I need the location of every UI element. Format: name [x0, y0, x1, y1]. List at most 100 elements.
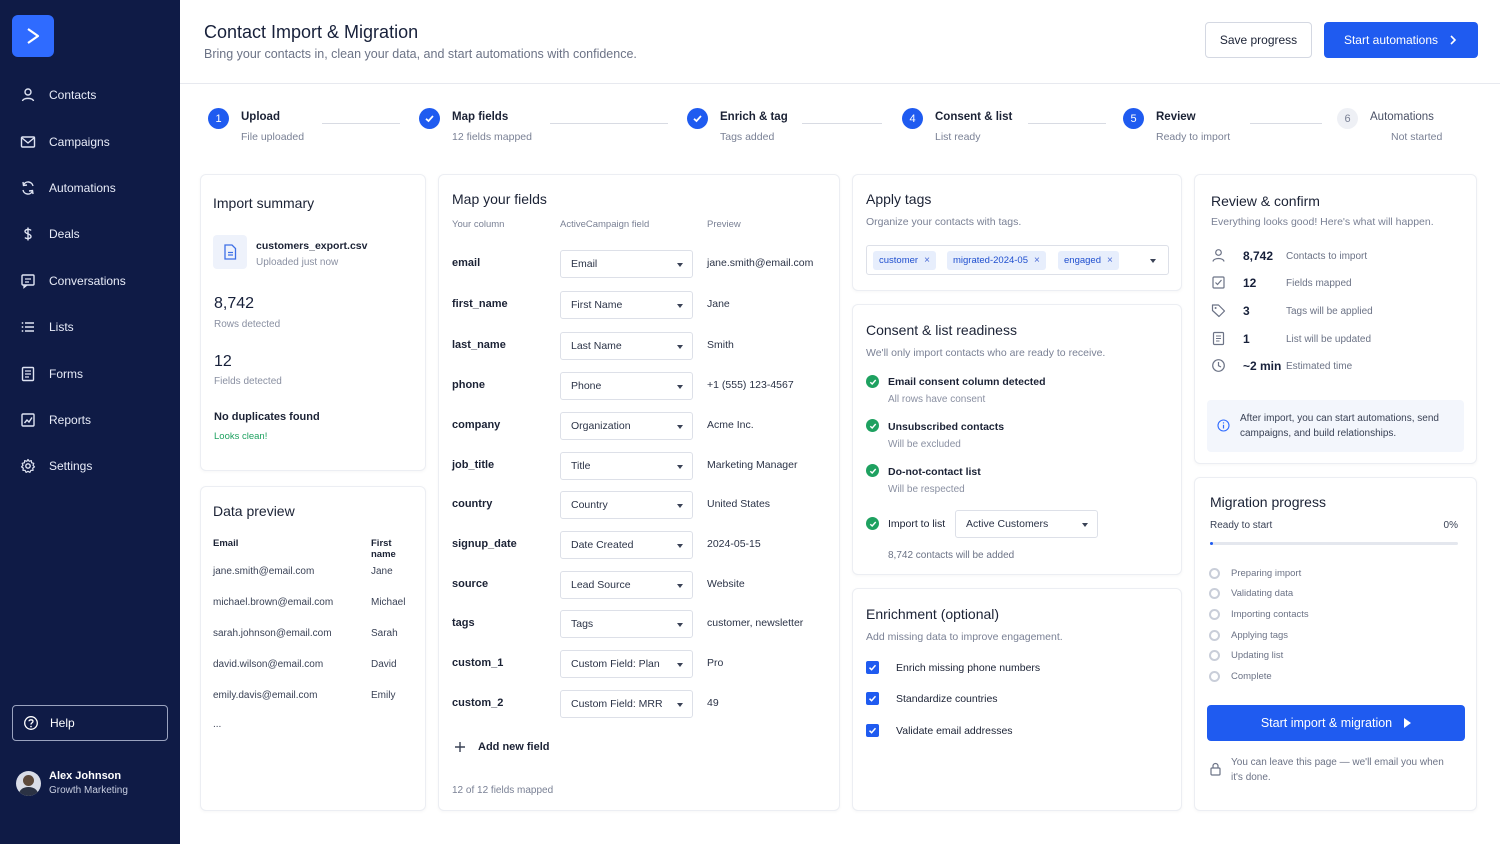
sidebar-item-lists[interactable]: Lists — [0, 304, 180, 350]
step-upload[interactable]: 1 Upload File uploaded — [208, 108, 304, 143]
preview-value: customer, newsletter — [707, 617, 804, 629]
review-confirm-card: Review & confirm Everything looks good! … — [1194, 174, 1477, 464]
add-new-field-button[interactable]: Add new field — [454, 741, 550, 753]
field-mapping-row: tags Tags customer, newsletter — [452, 610, 842, 638]
preview-value: Smith — [707, 339, 734, 351]
sidebar-item-label: Forms — [49, 366, 83, 381]
review-label: Fields mapped — [1286, 278, 1352, 289]
step-enrich-tag[interactable]: Enrich & tag Tags added — [687, 108, 788, 143]
sidebar-item-label: Contacts — [49, 88, 97, 103]
start-automations-button[interactable]: Start automations — [1324, 22, 1478, 58]
map-fields-card: Map your fields Your column ActiveCampai… — [438, 174, 840, 811]
list-select[interactable]: Active Customers — [955, 510, 1098, 538]
tag-chip: customer × — [873, 251, 936, 270]
standardize-countries-checkbox[interactable] — [866, 692, 879, 705]
step-review[interactable]: 5 Review Ready to import — [1123, 108, 1230, 143]
review-value: 3 — [1243, 304, 1250, 318]
field-select-value: Country — [571, 499, 608, 511]
migration-step-label: Importing contacts — [1231, 608, 1309, 620]
validate-emails-checkbox[interactable] — [866, 724, 879, 737]
field-select[interactable]: Custom Field: Plan — [560, 650, 693, 678]
step-consent-list[interactable]: 4 Consent & list List ready — [902, 108, 1012, 143]
field-select[interactable]: Organization — [560, 412, 693, 440]
save-progress-button[interactable]: Save progress — [1205, 22, 1312, 58]
migration-step: Preparing import — [1209, 566, 1301, 580]
check-label: Do-not-contact list — [888, 466, 981, 478]
field-select[interactable]: Tags — [560, 610, 693, 638]
remove-tag-icon[interactable]: × — [1107, 255, 1113, 266]
caret-down-icon — [677, 345, 683, 349]
enrich-phone-checkbox[interactable] — [866, 661, 879, 674]
field-select-value: Last Name — [571, 340, 622, 352]
list-icon — [21, 322, 34, 333]
sidebar-item-contacts[interactable]: Contacts — [0, 72, 180, 118]
check-label: Unsubscribed contacts — [888, 421, 1005, 433]
review-row: 8,742 Contacts to import — [1211, 248, 1471, 266]
sidebar-item-conversations[interactable]: Conversations — [0, 258, 180, 304]
field-select[interactable]: Custom Field: MRR — [560, 690, 693, 718]
field-select[interactable]: Title — [560, 452, 693, 480]
caret-down-icon — [677, 584, 683, 588]
field-select[interactable]: Lead Source — [560, 571, 693, 599]
tag-label: customer — [879, 255, 919, 266]
user-profile[interactable]: Alex Johnson Growth Marketing — [16, 770, 128, 796]
review-row: ~2 min Estimated time — [1211, 358, 1471, 376]
main-content: Contact Import & Migration Bring your co… — [180, 0, 1500, 844]
migration-step: Updating list — [1209, 648, 1283, 662]
table-row: jane.smith@email.com Jane — [213, 556, 416, 587]
mail-icon — [20, 135, 36, 148]
field-select[interactable]: Email — [560, 250, 693, 278]
field-select[interactable]: Phone — [560, 372, 693, 400]
list-note: 8,742 contacts will be added — [888, 550, 1015, 561]
fields-detected-value: 12 — [214, 353, 232, 370]
review-row: 3 Tags will be applied — [1211, 303, 1471, 321]
field-select[interactable]: Country — [560, 491, 693, 519]
review-value: 1 — [1243, 332, 1250, 346]
enrichment-card: Enrichment (optional) Add missing data t… — [852, 588, 1182, 811]
step-automations[interactable]: 6 Automations Not started — [1337, 108, 1442, 143]
caret-down-icon — [677, 544, 683, 548]
remove-tag-icon[interactable]: × — [1034, 255, 1040, 266]
sidebar-item-forms[interactable]: Forms — [0, 350, 180, 396]
start-import-migration-button[interactable]: Start import & migration — [1207, 705, 1465, 741]
step-map-fields[interactable]: Map fields 12 fields mapped — [419, 108, 532, 143]
app-logo[interactable] — [12, 15, 54, 57]
review-row: 1 List will be updated — [1211, 331, 1471, 349]
sidebar-item-automations[interactable]: Automations — [0, 165, 180, 211]
info-callout: After import, you can start automations,… — [1207, 400, 1464, 452]
sidebar-item-settings[interactable]: Settings — [0, 443, 180, 489]
field-select[interactable]: Last Name — [560, 332, 693, 360]
field-mapping-row: job_title Title Marketing Manager — [452, 452, 842, 480]
caret-down-icon[interactable] — [1150, 259, 1156, 263]
review-value: 12 — [1243, 276, 1257, 290]
step-label: Review — [1156, 111, 1196, 123]
step-connector — [1028, 123, 1106, 124]
sidebar-item-label: Campaigns — [49, 134, 110, 149]
sidebar-item-deals[interactable]: Deals — [0, 211, 180, 257]
table-cell: Michael — [371, 597, 406, 608]
sidebar-item-reports[interactable]: Reports — [0, 397, 180, 443]
dollar-icon — [24, 227, 32, 241]
preview-value: Marketing Manager — [707, 459, 798, 471]
caret-down-icon — [1082, 523, 1088, 527]
field-select[interactable]: Date Created — [560, 531, 693, 559]
source-column: phone — [452, 379, 485, 391]
sidebar-item-label: Lists — [49, 320, 74, 335]
field-select[interactable]: First Name — [560, 291, 693, 319]
source-column: email — [452, 257, 481, 269]
preview-value: Acme Inc. — [707, 419, 754, 431]
page-header: Contact Import & Migration Bring your co… — [180, 0, 1500, 84]
tags-input[interactable]: customer × migrated-2024-05 × engaged × — [866, 245, 1169, 275]
field-select-value: Title — [571, 460, 591, 472]
help-button[interactable]: Help — [12, 705, 168, 741]
sidebar-item-label: Conversations — [49, 273, 126, 288]
field-select-value: Custom Field: MRR — [571, 698, 663, 710]
remove-tag-icon[interactable]: × — [924, 255, 930, 266]
source-column: custom_2 — [452, 697, 504, 709]
card-title: Map your fields — [452, 191, 547, 207]
avatar — [16, 770, 41, 796]
preview-value: 49 — [707, 697, 719, 709]
table-cell: david.wilson@email.com — [213, 659, 324, 670]
help-icon — [24, 716, 38, 730]
sidebar-item-campaigns[interactable]: Campaigns — [0, 118, 180, 164]
